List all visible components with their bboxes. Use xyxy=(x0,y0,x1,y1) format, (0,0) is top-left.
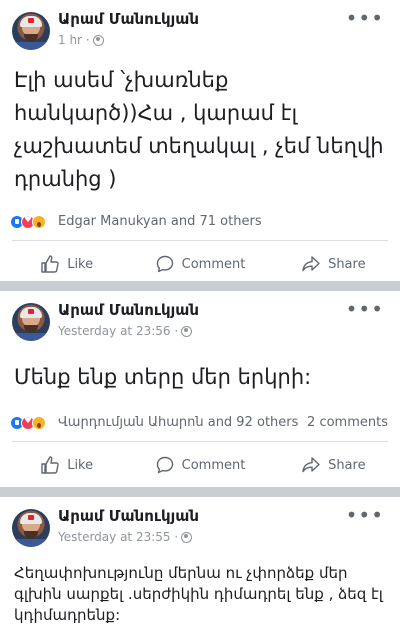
post: Արամ Մանուկյան 1 hr · ••• Էլի ասեմ ՝չխառ… xyxy=(0,0,400,281)
post-time[interactable]: 1 hr · xyxy=(58,33,90,47)
reaction-icons xyxy=(10,215,46,229)
share-icon xyxy=(302,457,320,473)
post-meta: Yesterday at 23:56 · xyxy=(58,324,193,338)
globe-icon xyxy=(181,531,193,543)
post-header: Արամ Մանուկյան Yesterday at 23:56 · ••• xyxy=(0,291,400,349)
avatar[interactable] xyxy=(12,12,50,50)
share-button[interactable]: Share xyxy=(267,254,400,274)
share-label: Share xyxy=(328,256,366,272)
wow-reaction-icon xyxy=(32,416,46,430)
post-text: Հեղափոխությունը մերնա ու չփորձեք մեր գլխ… xyxy=(14,564,383,624)
post-meta: 1 hr · xyxy=(58,33,104,47)
wow-reaction-icon xyxy=(32,215,46,229)
thumbs-up-icon xyxy=(41,255,59,273)
post-meta: Yesterday at 23:55 · xyxy=(58,530,193,544)
like-label: Like xyxy=(67,457,94,473)
post-text: Էլի ասեմ ՝չխառնեք հանկարծ))Հա , կարամ էլ… xyxy=(14,68,384,191)
post-text: Մենք ենք տերը մեր երկրի: xyxy=(14,365,312,389)
comment-icon xyxy=(156,255,173,273)
post-header: Արամ Մանուկյան 1 hr · ••• xyxy=(0,0,400,58)
comment-count[interactable]: 2 comments xyxy=(307,415,388,430)
comment-icon xyxy=(156,456,173,474)
post-author[interactable]: Արամ Մանուկյան xyxy=(58,10,199,28)
share-label: Share xyxy=(328,457,366,473)
post-actions: Like Comment Share xyxy=(0,442,400,488)
comment-button[interactable]: Comment xyxy=(133,455,266,475)
avatar[interactable] xyxy=(12,303,50,341)
more-options-icon[interactable]: ••• xyxy=(346,6,384,30)
reactions-bar[interactable]: Edgar Manukyan and 71 others xyxy=(0,206,400,240)
like-button[interactable]: Like xyxy=(0,254,133,274)
reactions-bar[interactable]: Վարդումյան Ահարոն and 92 others 2 commen… xyxy=(0,407,400,441)
reaction-summary[interactable]: Edgar Manukyan and 71 others xyxy=(58,214,262,229)
more-options-icon[interactable]: ••• xyxy=(346,297,384,321)
globe-icon xyxy=(92,34,104,46)
post: Արամ Մանուկյան Yesterday at 23:55 · ••• … xyxy=(0,497,400,640)
post-header: Արամ Մանուկյան Yesterday at 23:55 · ••• xyxy=(0,497,400,555)
post-author[interactable]: Արամ Մանուկյան xyxy=(58,301,199,319)
share-icon xyxy=(302,256,320,272)
post: Արամ Մանուկյան Yesterday at 23:56 · ••• … xyxy=(0,291,400,487)
share-button[interactable]: Share xyxy=(267,455,400,475)
post-actions: Like Comment Share xyxy=(0,241,400,287)
like-button[interactable]: Like xyxy=(0,455,133,475)
like-label: Like xyxy=(67,256,94,272)
comment-label: Comment xyxy=(181,457,246,473)
more-options-icon[interactable]: ••• xyxy=(346,503,384,527)
comment-button[interactable]: Comment xyxy=(133,254,266,274)
globe-icon xyxy=(181,325,193,337)
news-feed: Արամ Մանուկյան 1 hr · ••• Էլի ասեմ ՝չխառ… xyxy=(0,0,400,640)
comment-label: Comment xyxy=(181,256,246,272)
avatar[interactable] xyxy=(12,509,50,547)
reaction-summary[interactable]: Վարդումյան Ահարոն and 92 others xyxy=(58,415,298,430)
post-time[interactable]: Yesterday at 23:55 · xyxy=(58,530,178,544)
thumbs-up-icon xyxy=(41,456,59,474)
post-author[interactable]: Արամ Մանուկյան xyxy=(58,507,199,525)
reaction-icons xyxy=(10,416,46,430)
post-time[interactable]: Yesterday at 23:56 · xyxy=(58,324,178,338)
